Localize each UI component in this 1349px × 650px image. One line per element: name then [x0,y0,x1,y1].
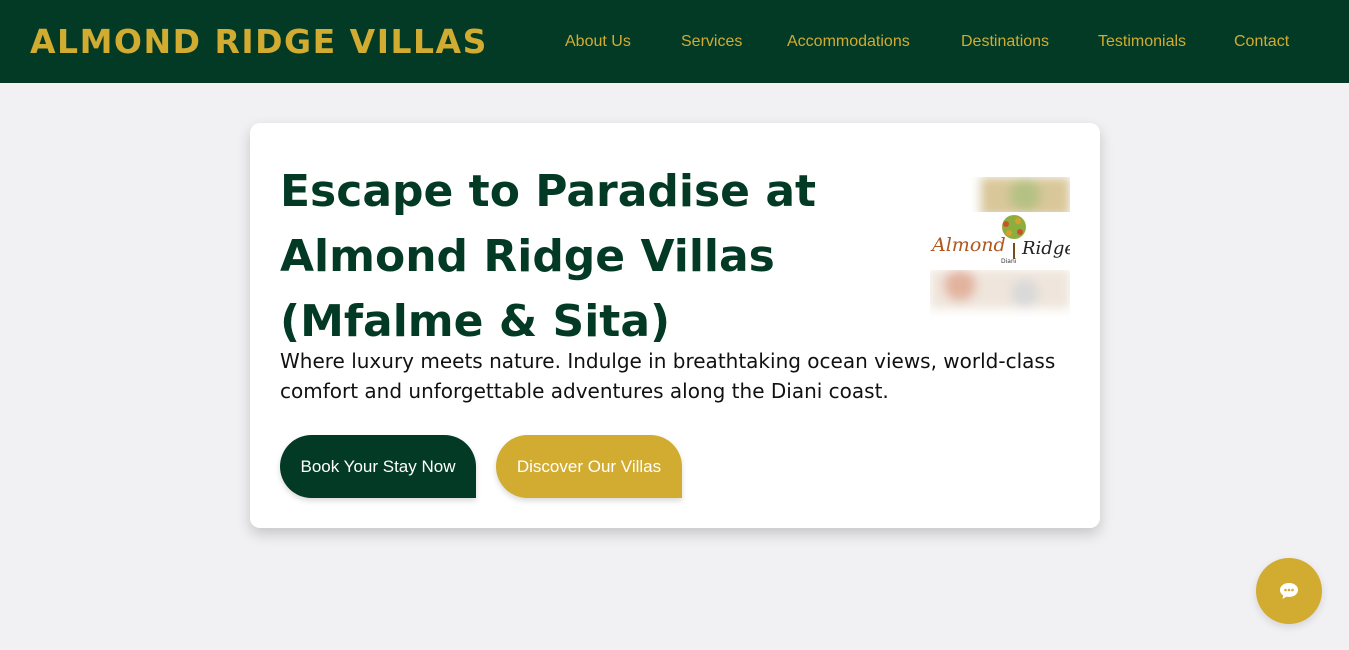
hero-card: Escape to Paradise at Almond Ridge Villa… [250,123,1100,528]
chat-bubble-icon [1280,583,1298,599]
nav-accommodations[interactable]: Accommodations [787,33,910,51]
nav-testimonials[interactable]: Testimonials [1098,33,1186,51]
discover-villas-button[interactable]: Discover Our Villas [496,435,682,498]
nav-services[interactable]: Services [681,33,742,51]
brand-title[interactable]: ALMOND RIDGE VILLAS [30,22,488,61]
nav-destinations[interactable]: Destinations [961,33,1049,51]
logo-word-almond: Almond [930,234,1006,256]
hero-title: Escape to Paradise at Almond Ridge Villa… [280,166,817,347]
logo-word-ridge: Ridge [1021,238,1070,259]
chat-button[interactable] [1256,558,1322,624]
nav-about-us[interactable]: About Us [565,33,631,51]
top-navbar: ALMOND RIDGE VILLAS About Us Services Ac… [0,0,1349,83]
nav-contact[interactable]: Contact [1234,33,1289,51]
book-stay-button[interactable]: Book Your Stay Now [280,435,476,498]
logo-word-diani: Diani [1001,258,1017,265]
hero-subtitle: Where luxury meets nature. Indulge in br… [280,349,1056,403]
almond-ridge-logo: Almond Ridge Diani [930,177,1070,317]
